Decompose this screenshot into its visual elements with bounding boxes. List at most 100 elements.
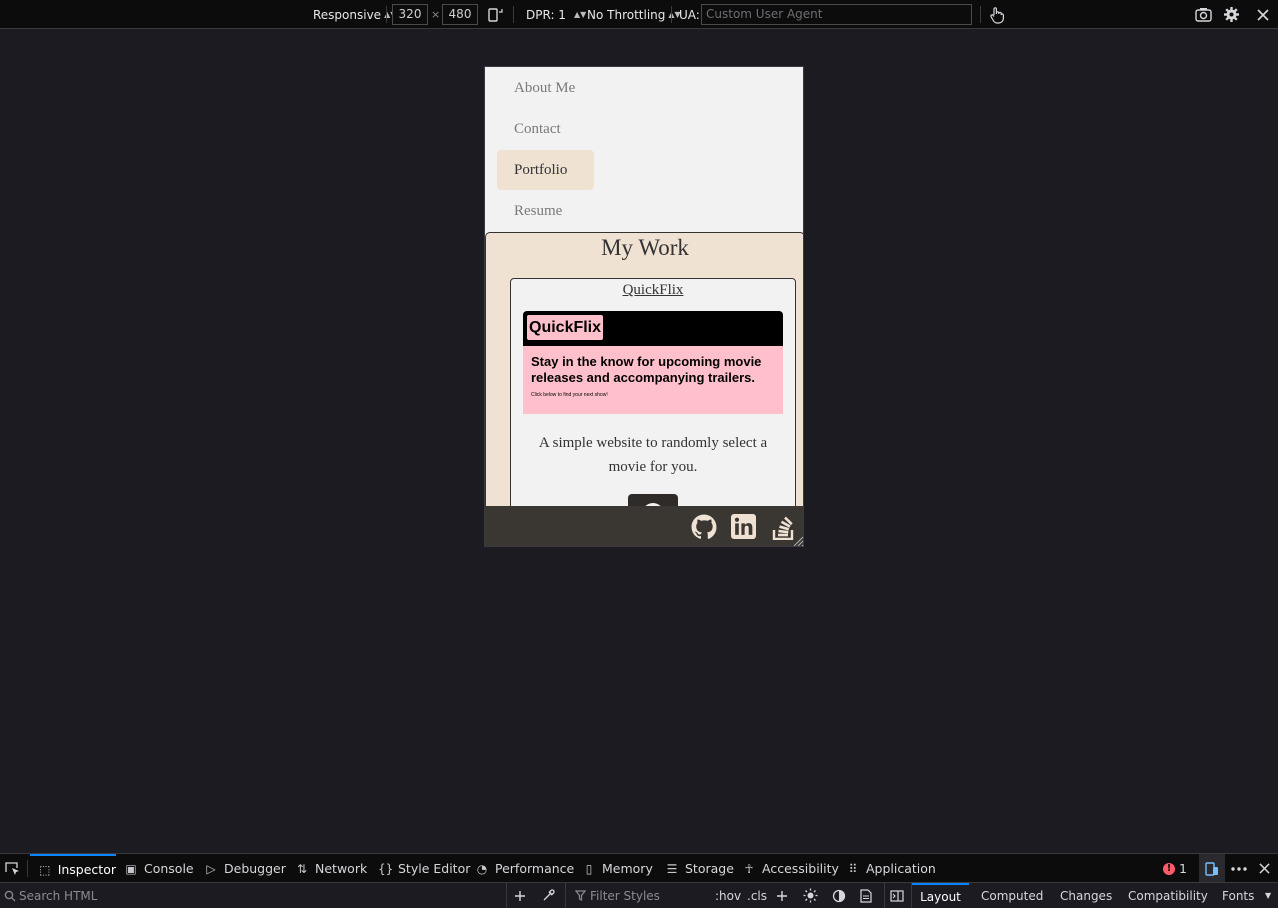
camera-icon <box>1195 8 1212 22</box>
viewport-width-input[interactable]: 320 <box>392 4 428 25</box>
divider <box>513 6 514 23</box>
gear-icon <box>1224 7 1239 22</box>
tab-memory[interactable]: ▯ Memory <box>582 854 653 883</box>
tab-performance[interactable]: ◔ Performance <box>475 854 574 883</box>
tab-label: Debugger <box>224 861 286 876</box>
search-html-input[interactable]: Search HTML <box>4 883 97 908</box>
tab-label: Console <box>144 861 194 876</box>
tab-label: Style Editor <box>398 861 471 876</box>
project-screenshot[interactable]: QuickFlix Stay in the know for upcoming … <box>523 311 783 414</box>
linkedin-icon[interactable] <box>731 514 756 539</box>
tab-label: Network <box>315 861 368 876</box>
device-selector-label: Responsive <box>313 7 382 22</box>
application-icon: ⠿ <box>848 861 858 876</box>
tab-label: Inspector <box>57 862 116 877</box>
chevron-updown-icon: ▲▼ <box>573 10 587 19</box>
project-card: QuickFlix QuickFlix Stay in the know for… <box>510 278 796 538</box>
class-toggle[interactable]: .cls <box>747 883 767 908</box>
portfolio-section: My Work QuickFlix QuickFlix Stay in the … <box>485 232 803 538</box>
device-selector[interactable]: Responsive ▲▼ <box>313 0 396 29</box>
close-devtools-button[interactable] <box>1259 854 1270 883</box>
divider <box>386 6 387 23</box>
screenshot-header: QuickFlix <box>523 311 783 346</box>
tab-label: Performance <box>495 861 575 876</box>
viewport-height-input[interactable]: 480 <box>442 4 478 25</box>
dpr-label: DPR: 1 <box>526 7 566 22</box>
dpr-selector[interactable]: DPR: 1 ▲▼ <box>526 0 586 29</box>
ua-label: UA: <box>679 7 700 22</box>
tab-label: Application <box>866 861 936 876</box>
close-icon <box>1257 8 1269 21</box>
tab-console[interactable]: ▣ Console <box>124 854 194 883</box>
eyedropper-button[interactable] <box>542 883 555 908</box>
tab-compatibility[interactable]: Compatibility <box>1128 883 1208 908</box>
tab-changes[interactable]: Changes <box>1060 883 1112 908</box>
devtools-search-row: Search HTML Filter Styles :hov .cls Layo… <box>0 882 1278 908</box>
resize-handle-icon[interactable] <box>792 535 804 547</box>
tab-network[interactable]: ⇅ Network <box>295 854 367 883</box>
tab-label: Accessibility <box>762 861 839 876</box>
add-node-button[interactable] <box>514 883 526 908</box>
user-agent-input[interactable]: Custom User Agent <box>701 4 972 25</box>
nav-contact[interactable]: Contact <box>497 109 594 149</box>
nav-about-me[interactable]: About Me <box>497 68 594 108</box>
error-count-badge[interactable]: ! 1 <box>1163 854 1187 883</box>
dark-scheme-button[interactable] <box>832 883 846 908</box>
tab-storage[interactable]: ☰ Storage <box>665 854 734 883</box>
tab-layout[interactable]: Layout <box>912 883 969 908</box>
nav-resume[interactable]: Resume <box>497 191 594 231</box>
tab-application[interactable]: ⠿ Application <box>846 854 936 883</box>
responsive-mode-icon <box>1205 861 1218 876</box>
responsive-mode-button[interactable] <box>1199 854 1225 883</box>
github-icon[interactable] <box>691 514 717 540</box>
tab-inspector[interactable]: ⬚ Inspector <box>30 854 116 883</box>
add-rule-button[interactable] <box>776 883 788 908</box>
element-picker-button[interactable] <box>4 854 20 883</box>
rotate-button[interactable] <box>487 0 503 29</box>
close-icon <box>1259 863 1270 874</box>
nav-portfolio[interactable]: Portfolio <box>497 150 594 190</box>
divider <box>27 860 28 877</box>
screenshot-button[interactable] <box>1195 0 1212 29</box>
memory-icon: ▯ <box>585 861 593 876</box>
touch-hand-icon <box>990 6 1004 24</box>
print-media-button[interactable] <box>860 883 872 908</box>
light-scheme-button[interactable] <box>803 883 818 908</box>
settings-button[interactable] <box>1223 0 1240 29</box>
throttling-selector[interactable]: No Throttling ▲▼ <box>587 0 681 29</box>
filter-placeholder: Filter Styles <box>590 888 660 903</box>
accessibility-icon: ☥ <box>744 861 754 876</box>
tab-computed[interactable]: Computed <box>981 883 1043 908</box>
close-rdm-button[interactable] <box>1257 0 1269 29</box>
eyedropper-icon <box>543 889 555 901</box>
hover-state-toggle[interactable]: :hov <box>715 883 741 908</box>
divider <box>671 6 672 23</box>
debugger-icon: ▷ <box>206 861 216 876</box>
plus-icon <box>515 890 525 901</box>
dimension-separator: × <box>431 8 441 21</box>
divider <box>565 883 566 908</box>
tab-label: Memory <box>602 861 653 876</box>
filter-styles-input[interactable]: Filter Styles <box>575 883 660 908</box>
sun-icon <box>803 888 818 903</box>
tab-fonts[interactable]: Fonts <box>1222 883 1254 908</box>
storage-icon: ☰ <box>666 861 678 876</box>
more-tabs-dropdown[interactable]: ▼ <box>1265 883 1271 908</box>
chevron-down-icon: ▼ <box>1265 891 1272 900</box>
touch-simulation-button[interactable] <box>989 0 1005 29</box>
search-icon <box>4 890 16 901</box>
error-icon: ! <box>1163 862 1175 875</box>
screenshot-subtext: Click below to find your next show! <box>531 392 608 398</box>
search-placeholder: Search HTML <box>19 888 98 903</box>
tab-accessibility[interactable]: ☥ Accessibility <box>742 854 839 883</box>
toggle-sidebar-button[interactable] <box>890 883 904 908</box>
more-options-button[interactable] <box>1230 854 1248 883</box>
tab-style-editor[interactable]: {} Style Editor <box>378 854 470 883</box>
performance-icon: ◔ <box>476 861 488 876</box>
inspector-icon: ⬚ <box>39 862 51 877</box>
tab-debugger[interactable]: ▷ Debugger <box>204 854 286 883</box>
filter-icon <box>575 890 586 901</box>
project-title-link[interactable]: QuickFlix <box>511 282 795 299</box>
divider <box>506 883 507 908</box>
divider <box>980 6 981 23</box>
